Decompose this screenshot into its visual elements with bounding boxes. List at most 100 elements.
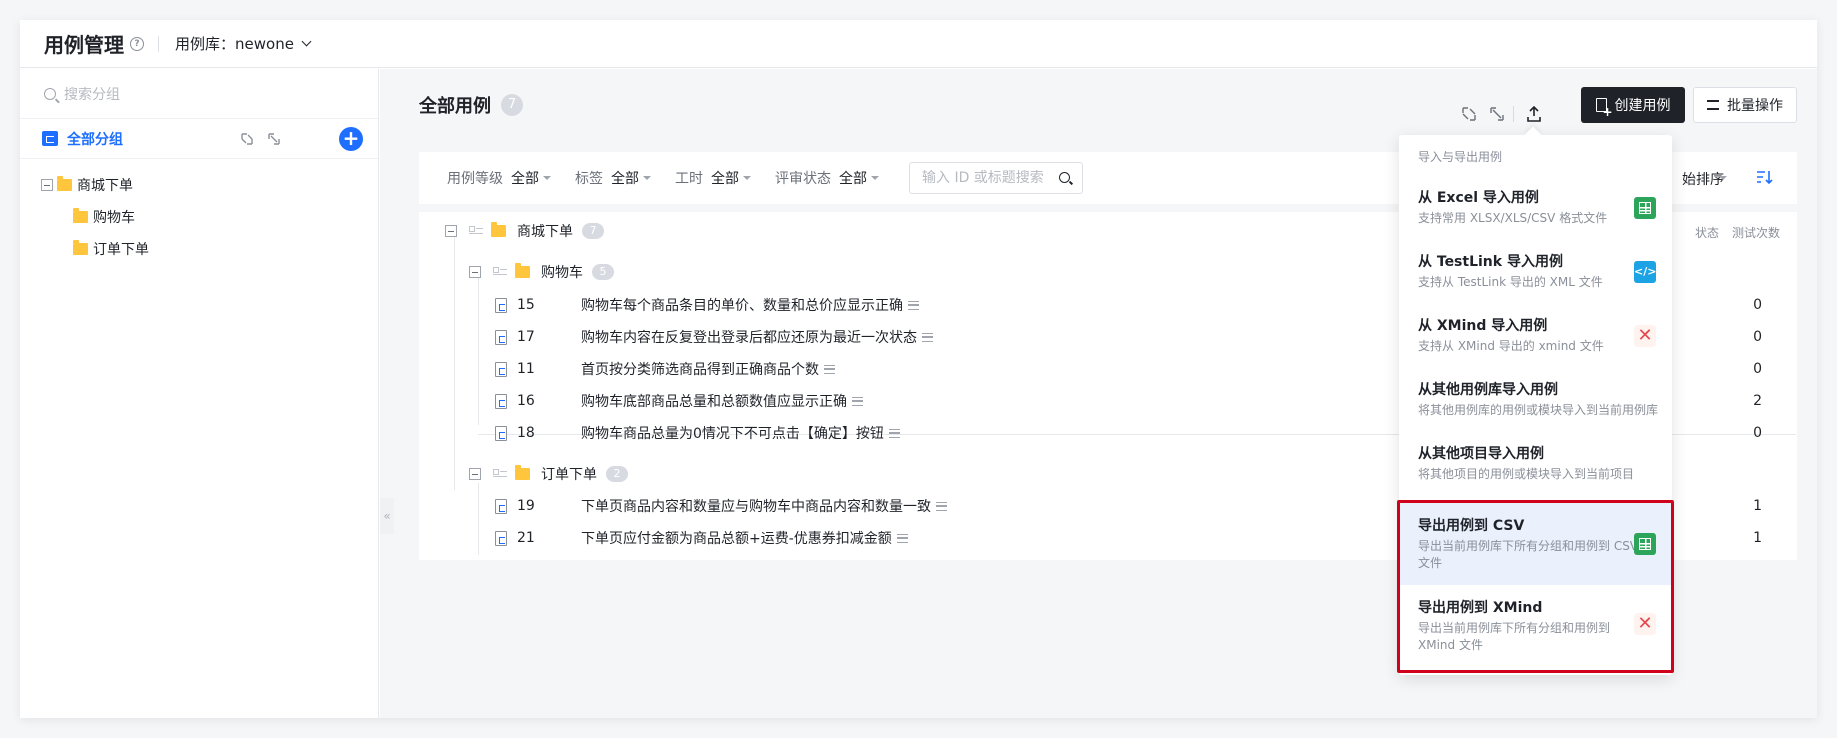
caret-down-icon[interactable]: [743, 176, 751, 180]
help-icon[interactable]: ?: [130, 36, 144, 51]
menu-item-export-csv[interactable]: 导出用例到 CSV 导出当前用例库下所有分组和用例到 CSV 文件: [1399, 503, 1672, 585]
library-selector[interactable]: newone: [235, 35, 294, 53]
description-icon: [824, 364, 835, 374]
case-id: 16: [517, 393, 535, 409]
import-export-menu: 导入与导出用例 从 Excel 导入用例 支持常用 XLSX/XLS/CSV 格…: [1399, 135, 1672, 675]
filter-label-hours: 工时: [675, 171, 703, 187]
tree-node-label: 商城下单: [77, 178, 133, 194]
filter-review-select[interactable]: 全部: [839, 168, 867, 188]
filter-hours-select[interactable]: 全部: [711, 168, 739, 188]
import-export-icon[interactable]: [1525, 105, 1543, 123]
tree-guide-line: [478, 277, 479, 425]
collapse-toggle-icon[interactable]: [41, 179, 53, 191]
multi-select-icon[interactable]: [493, 468, 507, 480]
search-icon[interactable]: [1059, 172, 1070, 183]
group-count-badge: 7: [582, 223, 604, 239]
case-id: 19: [517, 498, 535, 514]
all-groups-label: 全部分组: [67, 131, 123, 148]
divider: [1513, 106, 1514, 122]
expand-all-icon[interactable]: [1488, 105, 1506, 123]
folder-icon: [73, 208, 88, 223]
menu-item-desc: 支持从 TestLink 导出的 XML 文件: [1418, 275, 1603, 289]
case-title[interactable]: 购物车每个商品条目的单价、数量和总价应显示正确: [581, 295, 903, 315]
sort-order-icon[interactable]: [1755, 168, 1773, 186]
collapse-toggle-icon[interactable]: [469, 266, 481, 278]
case-title[interactable]: 首页按分类筛选商品得到正确商品个数: [581, 359, 819, 379]
case-title[interactable]: 购物车底部商品总量和总额数值应显示正确: [581, 391, 847, 411]
menu-item-import-xmind[interactable]: 从 XMind 导入用例 支持从 XMind 导出的 xmind 文件 ✕: [1399, 303, 1672, 367]
menu-item-import-other-project[interactable]: 从其他项目导入用例 将其他项目的用例或模块导入到当前项目: [1399, 431, 1672, 495]
test-case-icon: [495, 329, 507, 345]
menu-item-import-other-library[interactable]: 从其他用例库导入用例 将其他用例库的用例或模块导入到当前用例库: [1399, 367, 1672, 431]
group-count-badge: 5: [592, 264, 614, 280]
filter-label-review: 评审状态: [775, 171, 831, 187]
tree-node-child[interactable]: 购物车: [20, 201, 378, 233]
total-count-badge: 7: [501, 94, 523, 116]
collapse-toggle-icon[interactable]: [469, 468, 481, 480]
create-case-button[interactable]: 创建用例: [1581, 87, 1685, 123]
case-title[interactable]: 购物车内容在反复登出登录后都应还原为最近一次状态: [581, 327, 917, 347]
caret-down-icon[interactable]: [643, 176, 651, 180]
menu-item-desc: 导出当前用例库下所有分组和用例到 CSV 文件: [1418, 539, 1639, 570]
filter-tag-select[interactable]: 全部: [611, 168, 639, 188]
filter-label-tag: 标签: [575, 171, 603, 187]
expand-all-icon[interactable]: [266, 131, 282, 147]
run-count: 0: [1753, 425, 1762, 441]
batch-operation-label: 批量操作: [1727, 98, 1783, 114]
menu-item-import-excel[interactable]: 从 Excel 导入用例 支持常用 XLSX/XLS/CSV 格式文件: [1399, 175, 1672, 239]
run-count: 0: [1753, 361, 1762, 377]
run-count: 0: [1753, 329, 1762, 345]
test-case-icon: [495, 498, 507, 514]
collapse-toggle-icon[interactable]: [445, 225, 457, 237]
menu-item-import-testlink[interactable]: 从 TestLink 导入用例 支持从 TestLink 导出的 XML 文件 …: [1399, 239, 1672, 303]
case-id: 18: [517, 425, 535, 441]
chevron-down-icon[interactable]: [301, 36, 312, 46]
folder-icon: [73, 240, 88, 255]
divider: [158, 35, 159, 52]
caret-down-icon[interactable]: [543, 176, 551, 180]
case-title[interactable]: 下单页商品内容和数量应与购物车中商品内容和数量一致: [581, 496, 931, 516]
sidebar-collapse-handle[interactable]: «: [380, 498, 394, 534]
group-search-input[interactable]: 搜索分组: [20, 69, 378, 119]
case-title[interactable]: 下单页应付金额为商品总额+运费-优惠券扣减金额: [581, 528, 892, 548]
sort-selector[interactable]: 始排序: [1682, 169, 1724, 189]
case-library-icon: [42, 131, 58, 146]
library-label: 用例库：: [175, 35, 236, 53]
tree-guide-line: [454, 232, 455, 490]
run-count: 1: [1753, 530, 1762, 546]
collapse-all-icon[interactable]: [1460, 105, 1478, 123]
add-group-button[interactable]: +: [339, 127, 363, 151]
case-search-field[interactable]: [909, 162, 1083, 194]
description-icon: [888, 428, 900, 438]
multi-select-icon[interactable]: [493, 266, 507, 278]
test-case-icon: [495, 530, 507, 546]
multi-select-icon[interactable]: [469, 225, 483, 237]
case-id: 17: [517, 329, 535, 345]
folder-icon: [491, 222, 506, 237]
tree-guide-line: [478, 483, 479, 555]
run-count: 0: [1753, 297, 1762, 313]
tree-node-root[interactable]: 商城下单: [20, 169, 378, 201]
caret-down-icon[interactable]: [1719, 176, 1727, 180]
case-id: 11: [517, 361, 535, 377]
menu-item-export-xmind[interactable]: 导出用例到 XMind 导出当前用例库下所有分组和用例到 XMind 文件 ✕: [1399, 585, 1672, 667]
case-search-input[interactable]: [922, 170, 1052, 186]
menu-item-desc: 支持从 XMind 导出的 xmind 文件: [1418, 339, 1604, 353]
batch-operation-button[interactable]: 批量操作: [1693, 87, 1797, 123]
case-title[interactable]: 购物车商品总量为0情况下不可点击【确定】按钮: [581, 423, 884, 443]
tree-node-child[interactable]: 订单下单: [20, 233, 378, 265]
xmind-icon: ✕: [1634, 325, 1656, 347]
xmind-icon: ✕: [1634, 613, 1656, 635]
list-icon: [1707, 100, 1719, 110]
all-groups-item[interactable]: 全部分组 +: [20, 119, 378, 159]
test-case-icon: [495, 361, 507, 377]
run-count: 1: [1753, 498, 1762, 514]
description-icon: [936, 501, 947, 511]
filter-level-select[interactable]: 全部: [511, 168, 539, 188]
menu-item-title: 从其他项目导入用例: [1418, 446, 1544, 462]
collapse-all-icon[interactable]: [239, 131, 255, 147]
create-case-label: 创建用例: [1614, 98, 1671, 114]
caret-down-icon[interactable]: [871, 176, 879, 180]
folder-icon: [57, 176, 72, 191]
description-icon: [896, 533, 908, 543]
